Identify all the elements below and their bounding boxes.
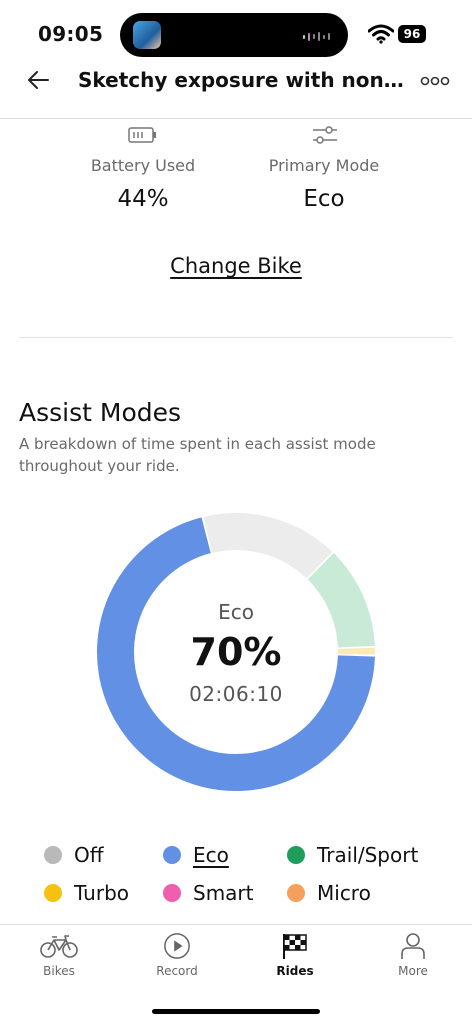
primary-mode-label: Primary Mode bbox=[268, 156, 380, 175]
play-icon bbox=[164, 933, 190, 959]
tab-label: Record bbox=[156, 964, 198, 978]
legend-dot bbox=[44, 884, 62, 902]
legend-item-turbo[interactable]: Turbo bbox=[44, 879, 129, 907]
more-options-icon[interactable] bbox=[420, 74, 450, 88]
home-indicator bbox=[152, 1009, 320, 1014]
dynamic-island bbox=[120, 13, 348, 57]
sliders-icon bbox=[313, 126, 337, 144]
legend-item-trail-sport[interactable]: Trail/Sport bbox=[287, 841, 418, 869]
legend-item-smart[interactable]: Smart bbox=[163, 879, 254, 907]
tab-label: Rides bbox=[276, 964, 314, 978]
donut-segment-turbo bbox=[337, 647, 376, 655]
legend-label: Eco bbox=[193, 843, 229, 867]
legend-label: Smart bbox=[193, 881, 254, 905]
page-title: Sketchy exposure with none of... bbox=[78, 68, 410, 92]
tab-rides[interactable]: Rides bbox=[236, 932, 354, 992]
checkered-flag-icon bbox=[283, 934, 307, 959]
legend-dot bbox=[287, 884, 305, 902]
battery-icon bbox=[128, 127, 156, 143]
section-divider bbox=[19, 337, 453, 338]
wifi-icon bbox=[368, 24, 394, 44]
tab-label: Bikes bbox=[43, 964, 75, 978]
donut-segment-off bbox=[203, 513, 333, 579]
legend-dot bbox=[287, 846, 305, 864]
donut-center-duration: 02:06:10 bbox=[189, 682, 283, 706]
status-time: 09:05 bbox=[38, 22, 104, 46]
back-arrow-icon[interactable] bbox=[24, 66, 52, 94]
legend-label: Trail/Sport bbox=[317, 843, 419, 867]
album-art-icon bbox=[133, 21, 161, 49]
battery-level-badge: 96 bbox=[398, 25, 426, 43]
battery-used-value: 44% bbox=[117, 186, 169, 212]
donut-center-percent: 70% bbox=[190, 630, 282, 674]
legend-item-micro[interactable]: Micro bbox=[287, 879, 371, 907]
assist-modes-heading: Assist Modes bbox=[19, 398, 182, 427]
tab-more[interactable]: More bbox=[354, 932, 472, 992]
legend-label: Micro bbox=[317, 881, 371, 905]
donut-center-mode: Eco bbox=[218, 600, 254, 624]
legend-dot bbox=[163, 846, 181, 864]
legend-item-off[interactable]: Off bbox=[44, 841, 104, 869]
header-divider bbox=[0, 118, 472, 119]
change-bike-link[interactable]: Change Bike bbox=[136, 254, 336, 278]
tab-record[interactable]: Record bbox=[118, 932, 236, 992]
tab-bikes[interactable]: Bikes bbox=[0, 932, 118, 992]
tab-label: More bbox=[398, 964, 428, 978]
tab-bar-divider bbox=[0, 924, 472, 925]
assist-modes-description: A breakdown of time spent in each assist… bbox=[19, 435, 376, 475]
battery-used-label: Battery Used bbox=[90, 156, 196, 175]
primary-mode-value: Eco bbox=[303, 186, 345, 212]
person-icon bbox=[401, 933, 425, 959]
legend-dot bbox=[44, 846, 62, 864]
legend-label: Off bbox=[74, 843, 104, 867]
legend-dot bbox=[163, 884, 181, 902]
legend-item-eco[interactable]: Eco bbox=[163, 841, 229, 869]
legend-label: Turbo bbox=[74, 881, 130, 905]
bike-icon bbox=[40, 935, 78, 958]
audio-wave-icon bbox=[303, 32, 330, 41]
